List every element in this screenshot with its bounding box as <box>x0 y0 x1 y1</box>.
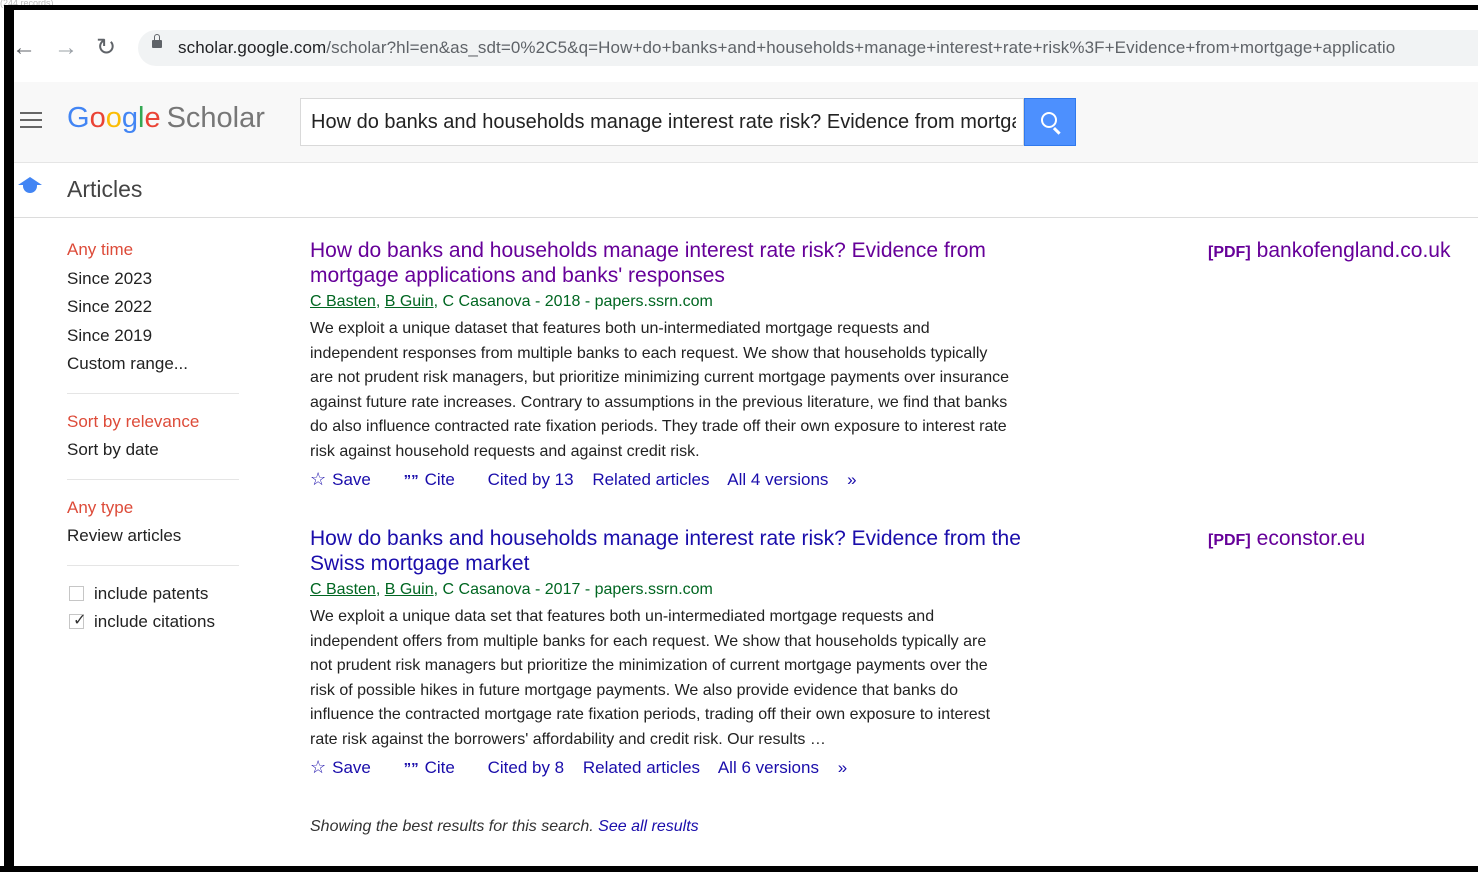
star-icon: ☆ <box>310 469 327 489</box>
include-citations-label: include citations <box>94 611 215 631</box>
result-snippet: We exploit a unique data set that featur… <box>310 608 991 748</box>
scholar-header: Google Scholar <box>14 82 1478 163</box>
include-citations-row[interactable]: ✓ include citations <box>67 608 239 636</box>
save-link[interactable]: ☆ Save <box>310 469 385 489</box>
more-icon[interactable]: » <box>847 470 856 489</box>
author-link[interactable]: B Guin <box>385 293 434 310</box>
result-title-link[interactable]: How do banks and households manage inter… <box>310 526 1070 576</box>
google-scholar-logo[interactable]: Google Scholar <box>67 100 265 136</box>
more-icon[interactable]: » <box>838 758 847 777</box>
filter-since-2022[interactable]: Since 2022 <box>67 293 239 322</box>
url-text: scholar.google.com/scholar?hl=en&as_sdt=… <box>178 38 1395 58</box>
reload-icon[interactable]: ↻ <box>96 36 116 60</box>
filter-any-time[interactable]: Any time <box>67 236 239 265</box>
all-versions-link[interactable]: All 4 versions <box>727 470 828 489</box>
cite-link[interactable]: ”” Cite <box>404 470 469 489</box>
browser-toolbar: ← → ↻ scholar.google.com/scholar?hl=en&a… <box>14 10 1478 82</box>
search-box <box>300 98 1024 146</box>
back-arrow-icon[interactable]: ← <box>14 36 36 60</box>
articles-label[interactable]: Articles <box>67 176 142 203</box>
cited-by-link[interactable]: Cited by 8 <box>488 758 565 777</box>
filter-any-type[interactable]: Any type <box>67 494 239 523</box>
include-patents-row[interactable]: include patents <box>67 580 239 608</box>
divider <box>67 478 239 480</box>
filter-since-2023[interactable]: Since 2023 <box>67 265 239 294</box>
url-host: scholar.google.com <box>178 38 327 57</box>
related-articles-link[interactable]: Related articles <box>592 470 709 489</box>
checkmark-icon: ✓ <box>73 611 87 629</box>
star-icon: ☆ <box>310 757 327 777</box>
divider <box>67 564 239 566</box>
all-versions-link[interactable]: All 6 versions <box>718 758 819 777</box>
results-list: How do banks and households manage inter… <box>310 238 1470 783</box>
sort-by-relevance[interactable]: Sort by relevance <box>67 408 239 437</box>
browser-window: ← → ↻ scholar.google.com/scholar?hl=en&a… <box>4 5 1478 869</box>
articles-bar: Articles <box>14 163 1478 218</box>
search-icon <box>1041 112 1057 128</box>
result-meta: C Basten, B Guin, C Casanova - 2017 - pa… <box>310 581 713 598</box>
author-link[interactable]: C Basten <box>310 293 376 310</box>
save-link[interactable]: ☆ Save <box>310 757 385 777</box>
pdf-link[interactable]: [PDF] bankofengland.co.uk <box>1208 238 1450 265</box>
divider <box>67 392 239 394</box>
sort-by-date[interactable]: Sort by date <box>67 436 239 465</box>
author-link[interactable]: B Guin <box>385 581 434 598</box>
result-actions: ☆ Save ”” Cite Cited by 8 Related articles… <box>310 753 1470 783</box>
result-snippet: We exploit a unique dataset that feature… <box>310 320 1009 460</box>
filter-review-articles[interactable]: Review articles <box>67 522 239 551</box>
result-meta: C Basten, B Guin, C Casanova - 2018 - pa… <box>310 293 713 310</box>
lock-icon <box>152 34 162 48</box>
result-item: How do banks and households manage inter… <box>310 526 1470 783</box>
filter-sidebar: Any time Since 2023 Since 2022 Since 201… <box>67 236 239 636</box>
quote-icon: ”” <box>403 760 419 777</box>
graduation-cap-icon[interactable] <box>18 177 42 193</box>
author-link[interactable]: C Basten <box>310 581 376 598</box>
pdf-link[interactable]: [PDF] econstor.eu <box>1208 526 1365 553</box>
filter-custom-range[interactable]: Custom range... <box>67 350 239 379</box>
related-articles-link[interactable]: Related articles <box>583 758 700 777</box>
include-citations-checkbox[interactable]: ✓ <box>69 611 87 629</box>
forward-arrow-icon[interactable]: → <box>54 36 78 60</box>
include-patents-checkbox[interactable] <box>69 585 84 601</box>
search-button[interactable] <box>1024 98 1076 146</box>
url-path: /scholar?hl=en&as_sdt=0%2C5&q=How+do+ban… <box>326 38 1396 57</box>
address-bar[interactable]: scholar.google.com/scholar?hl=en&as_sdt=… <box>138 30 1478 66</box>
include-patents-label: include patents <box>94 583 209 603</box>
footer-note: Showing the best results for this search… <box>310 818 699 835</box>
cited-by-link[interactable]: Cited by 13 <box>488 470 574 489</box>
result-actions: ☆ Save ”” Cite Cited by 13 Related article… <box>310 465 1470 495</box>
quote-icon: ”” <box>403 472 419 489</box>
result-title-link[interactable]: How do banks and households manage inter… <box>310 238 1070 288</box>
cite-link[interactable]: ”” Cite <box>404 758 469 777</box>
menu-icon[interactable] <box>20 112 42 133</box>
search-input[interactable] <box>311 99 1016 145</box>
filter-since-2019[interactable]: Since 2019 <box>67 322 239 351</box>
result-item: How do banks and households manage inter… <box>310 238 1470 526</box>
bottom-border <box>0 866 1478 872</box>
see-all-results-link[interactable]: See all results <box>598 818 699 835</box>
